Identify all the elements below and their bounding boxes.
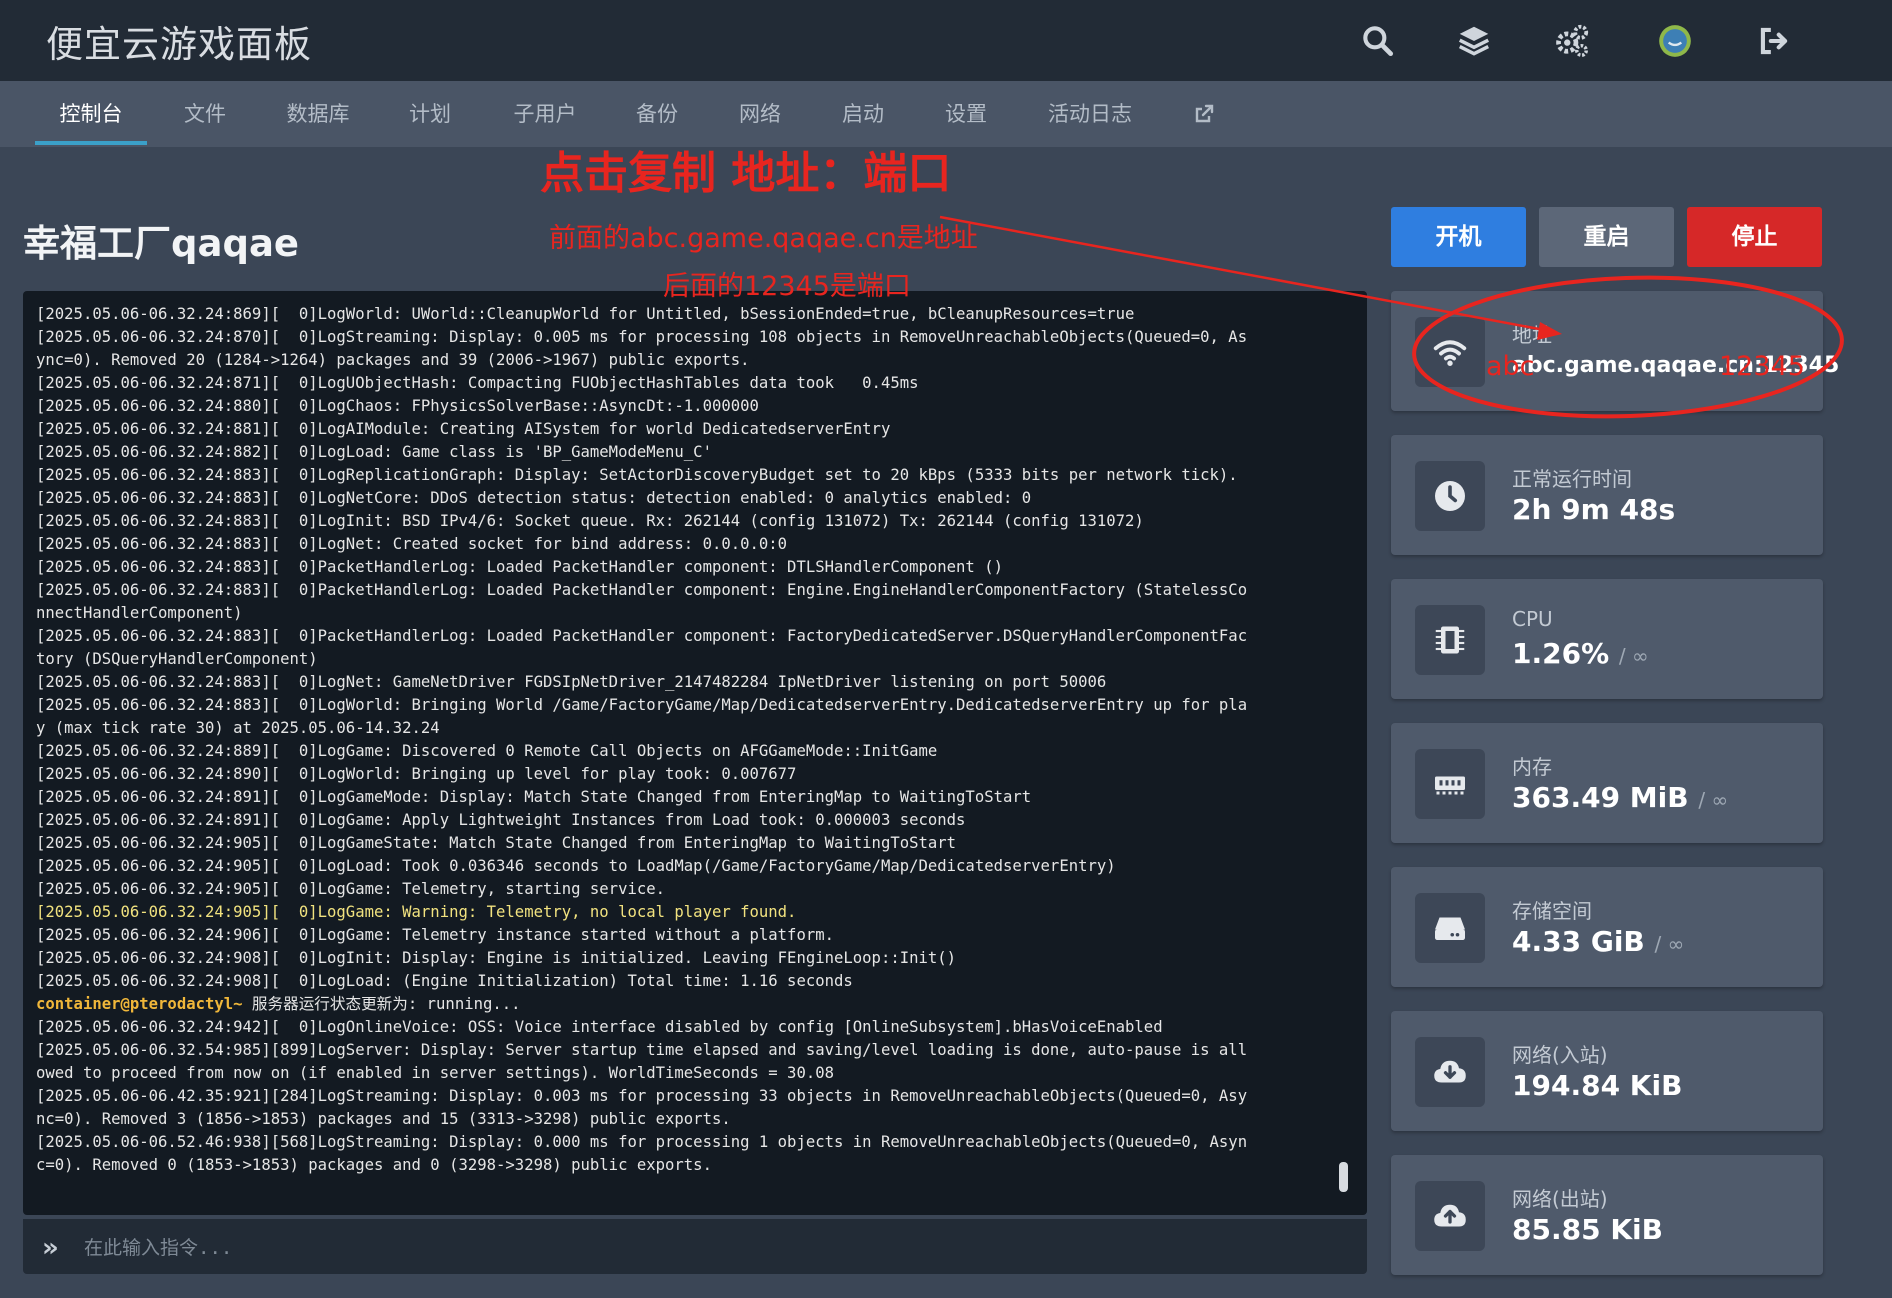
- stat-label: 网络(入站): [1512, 1043, 1608, 1067]
- stat-label: 存储空间: [1512, 899, 1592, 923]
- console-prompt-user: container@pterodactyl~: [36, 995, 243, 1013]
- memory-limit: / ∞: [1698, 788, 1729, 812]
- annotation-overlay-port: 12345: [1719, 351, 1805, 382]
- logout-icon[interactable]: [1755, 22, 1793, 60]
- cloud-download-icon: [1415, 1037, 1485, 1107]
- cpu-limit: / ∞: [1618, 644, 1649, 668]
- console-line: [2025.05.06-06.32.24:883][ 0]LogReplicat…: [36, 466, 1238, 484]
- disk-value: 4.33 GiB: [1512, 925, 1645, 958]
- console-prompt-text: 服务器运行状态更新为: running...: [242, 995, 521, 1013]
- console-line: [2025.05.06-06.32.24:869][ 0]LogWorld: U…: [36, 305, 1135, 323]
- console-line: c=0). Removed 0 (1853->1853) packages an…: [36, 1156, 712, 1174]
- console-line: [2025.05.06-06.32.24:891][ 0]LogGameMode…: [36, 788, 1032, 806]
- console-line: [2025.05.06-06.52.46:938][568]LogStreami…: [36, 1133, 1248, 1151]
- console-scrollbar[interactable]: [1339, 1162, 1348, 1192]
- stop-button[interactable]: 停止: [1687, 207, 1822, 267]
- console-line: [2025.05.06-06.32.24:880][ 0]LogChaos: F…: [36, 397, 759, 415]
- console-line: container@pterodactyl~ 服务器运行状态更新为: runni…: [36, 993, 1356, 1016]
- cpu-value: 1.26%: [1512, 637, 1610, 670]
- console-line: [2025.05.06-06.32.24:870][ 0]LogStreamin…: [36, 328, 1248, 346]
- console-line: [2025.05.06-06.32.24:889][ 0]LogGame: Di…: [36, 742, 938, 760]
- console-line: [2025.05.06-06.32.24:881][ 0]LogAIModule…: [36, 420, 891, 438]
- console-line: [2025.05.06-06.32.24:905][ 0]LogLoad: To…: [36, 857, 1116, 875]
- stat-label: 内存: [1512, 755, 1552, 779]
- stat-value-memory: 363.49 MiB / ∞: [1512, 781, 1728, 814]
- server-name: 幸福工厂qaqae: [23, 222, 300, 265]
- command-input[interactable]: [82, 1228, 1346, 1268]
- console-line: [2025.05.06-06.32.24:883][ 0]PacketHandl…: [36, 558, 1003, 576]
- console-line: nnectHandlerComponent): [36, 604, 243, 622]
- search-icon[interactable]: [1359, 22, 1397, 60]
- console-line: [2025.05.06-06.32.24:908][ 0]LogInit: Di…: [36, 949, 957, 967]
- start-button[interactable]: 开机: [1391, 207, 1526, 267]
- stat-value-network-in: 194.84 KiB: [1512, 1069, 1683, 1102]
- stat-label: 网络(出站): [1512, 1187, 1608, 1211]
- memory-icon: [1415, 749, 1485, 819]
- stat-value-network-out: 85.85 KiB: [1512, 1213, 1663, 1246]
- annotation-line-2: 后面的12345是端口: [663, 271, 911, 302]
- console-line: [2025.05.06-06.32.24:891][ 0]LogGame: Ap…: [36, 811, 966, 829]
- console-line: [2025.05.06-06.32.24:883][ 0]PacketHandl…: [36, 581, 1248, 599]
- stat-card-cpu: CPU 1.26% / ∞: [1391, 579, 1823, 699]
- layers-icon[interactable]: [1455, 22, 1493, 60]
- stat-value-uptime: 2h 9m 48s: [1512, 493, 1676, 526]
- console-line: [2025.05.06-06.32.24:890][ 0]LogWorld: B…: [36, 765, 797, 783]
- console-line: [2025.05.06-06.32.24:871][ 0]LogUObjectH…: [36, 374, 919, 392]
- avatar-icon[interactable]: [1656, 22, 1694, 60]
- console-line: [2025.05.06-06.32.24:883][ 0]LogInit: BS…: [36, 512, 1144, 530]
- stat-label: CPU: [1512, 607, 1553, 631]
- stat-value-cpu: 1.26% / ∞: [1512, 637, 1649, 670]
- console-line: nc=0). Removed 3 (1856->1853) packages a…: [36, 1110, 731, 1128]
- console-line: tory (DSQueryHandlerComponent): [36, 650, 318, 668]
- memory-value: 363.49 MiB: [1512, 781, 1689, 814]
- restart-button[interactable]: 重启: [1539, 207, 1674, 267]
- gears-icon[interactable]: [1553, 22, 1591, 60]
- stat-label: 地址: [1512, 323, 1552, 347]
- disk-limit: / ∞: [1654, 932, 1685, 956]
- console-line: [2025.05.06-06.32.24:883][ 0]LogNet: Gam…: [36, 673, 1107, 691]
- tab-console[interactable]: 控制台: [35, 81, 147, 147]
- clock-icon: [1415, 461, 1485, 531]
- console-line: [2025.05.06-06.32.24:883][ 0]LogNetCore:…: [36, 489, 1032, 507]
- console-line: [2025.05.06-06.32.24:908][ 0]LogLoad: (E…: [36, 972, 853, 990]
- console-output[interactable]: [2025.05.06-06.32.24:869][ 0]LogWorld: U…: [23, 291, 1367, 1215]
- wifi-icon: [1415, 317, 1485, 387]
- console-line: [2025.05.06-06.32.24:882][ 0]LogLoad: Ga…: [36, 443, 712, 461]
- stat-value-disk: 4.33 GiB / ∞: [1512, 925, 1684, 958]
- stat-card-network-in: 网络(入站) 194.84 KiB: [1391, 1011, 1823, 1131]
- tab-schedules[interactable]: 计划: [397, 81, 463, 147]
- stat-card-disk: 存储空间 4.33 GiB / ∞: [1391, 867, 1823, 987]
- external-link-icon[interactable]: [1186, 81, 1222, 147]
- console-log: [2025.05.06-06.32.24:869][ 0]LogWorld: U…: [36, 303, 1356, 1177]
- stat-card-memory: 内存 363.49 MiB / ∞: [1391, 723, 1823, 843]
- console-line: [2025.05.06-06.32.24:905][ 0]LogGame: Wa…: [36, 903, 797, 921]
- tab-active-indicator: [35, 141, 147, 145]
- console-line: [2025.05.06-06.32.54:985][899]LogServer:…: [36, 1041, 1248, 1059]
- stat-card-network-out: 网络(出站) 85.85 KiB: [1391, 1155, 1823, 1275]
- app-title[interactable]: 便宜云游戏面板: [46, 14, 312, 68]
- cloud-upload-icon: [1415, 1181, 1485, 1251]
- console-line: owed to proceed from now on (if enabled …: [36, 1064, 834, 1082]
- tab-files[interactable]: 文件: [172, 81, 238, 147]
- console-line: [2025.05.06-06.42.35:921][284]LogStreami…: [36, 1087, 1248, 1105]
- console-line: [2025.05.06-06.32.24:942][ 0]LogOnlineVo…: [36, 1018, 1163, 1036]
- tab-activity[interactable]: 活动日志: [1040, 81, 1140, 147]
- console-line: ync=0). Removed 20 (1284->1264) packages…: [36, 351, 750, 369]
- console-line: y (max tick rate 30) at 2025.05.06-14.32…: [36, 719, 440, 737]
- tab-databases[interactable]: 数据库: [276, 81, 360, 147]
- annotation-overlay-abc: abc: [1486, 351, 1535, 382]
- hdd-icon: [1415, 893, 1485, 963]
- console-line: [2025.05.06-06.32.24:905][ 0]LogGameStat…: [36, 834, 957, 852]
- console-line: [2025.05.06-06.32.24:883][ 0]LogNet: Cre…: [36, 535, 788, 553]
- cpu-chip-icon: [1415, 605, 1485, 675]
- console-line: [2025.05.06-06.32.24:905][ 0]LogGame: Te…: [36, 880, 666, 898]
- stat-card-uptime: 正常运行时间 2h 9m 48s: [1391, 435, 1823, 555]
- console-line: [2025.05.06-06.32.24:883][ 0]LogWorld: B…: [36, 696, 1248, 714]
- console-line: [2025.05.06-06.32.24:906][ 0]LogGame: Te…: [36, 926, 834, 944]
- stat-label: 正常运行时间: [1512, 467, 1632, 491]
- annotation-line-1: 前面的abc.game.qaqae.cn是地址: [549, 223, 978, 254]
- console-line: [2025.05.06-06.32.24:883][ 0]PacketHandl…: [36, 627, 1248, 645]
- annotation-headline: 点击复制 地址：端口: [540, 148, 952, 199]
- chevron-right-icon: »: [42, 1233, 59, 1263]
